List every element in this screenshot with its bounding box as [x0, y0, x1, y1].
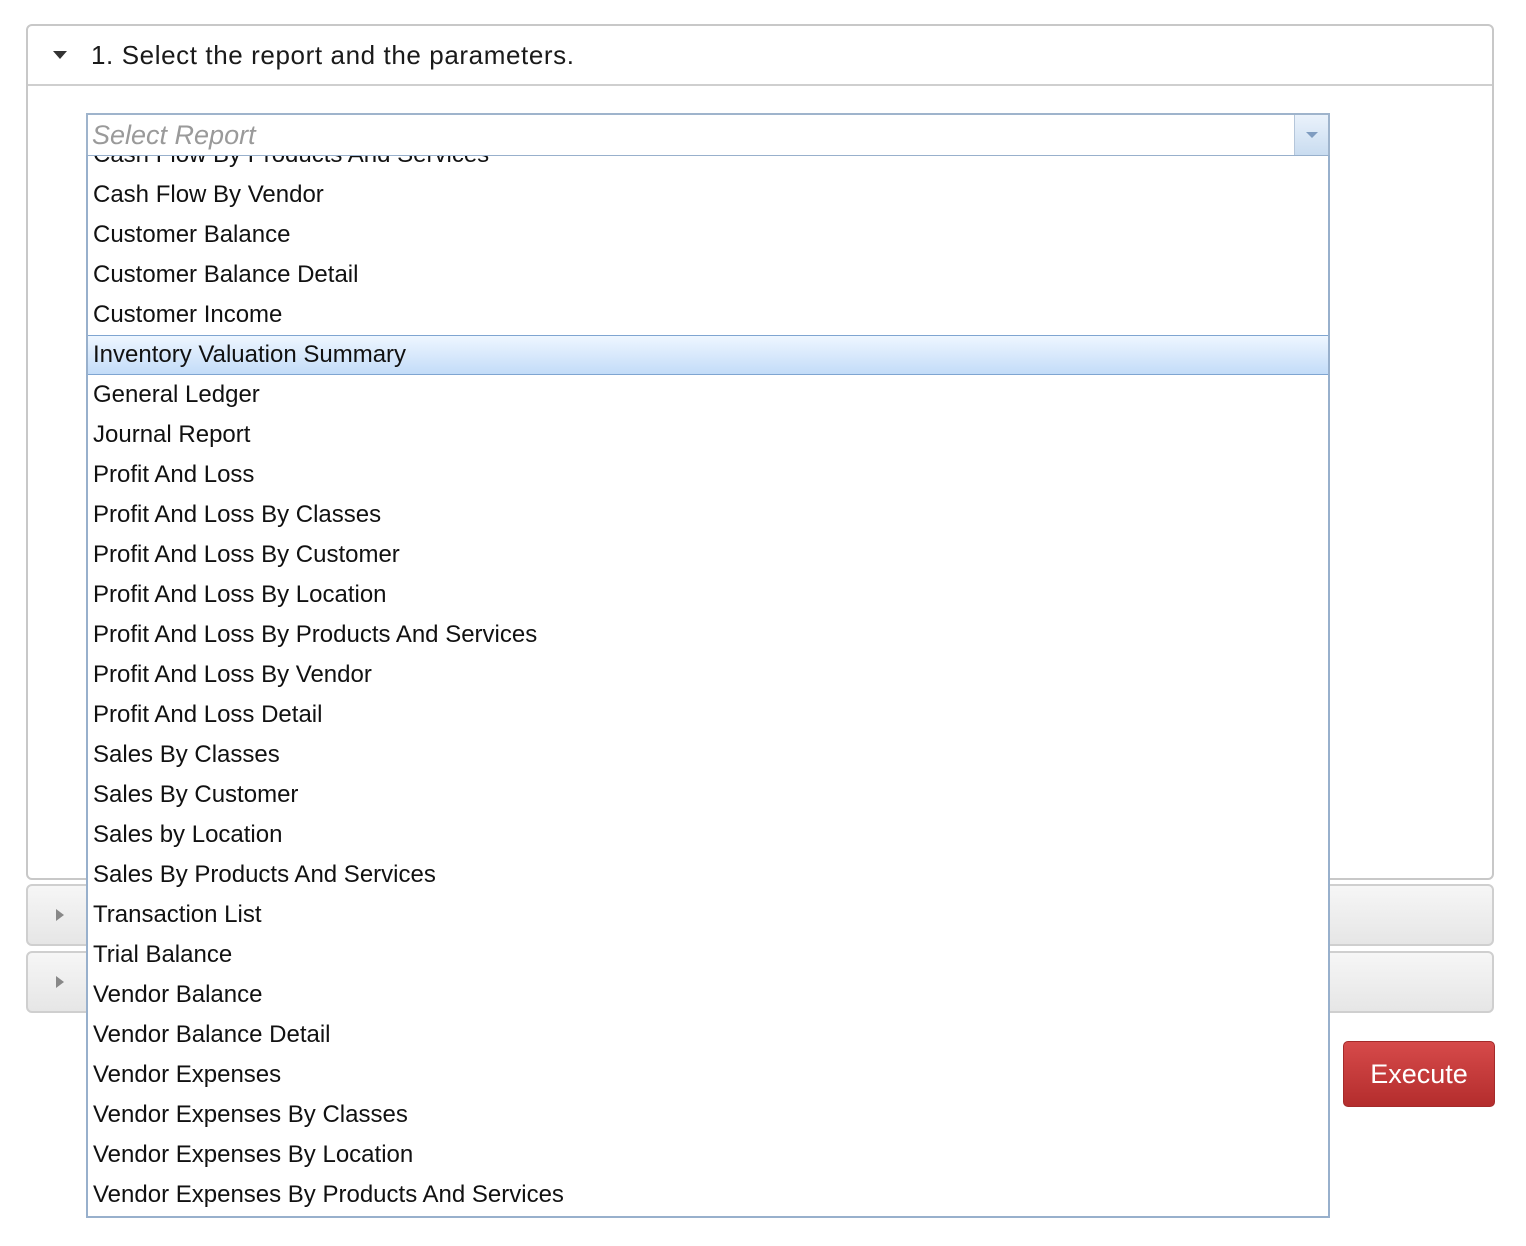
report-dropdown-list[interactable]: Cash Flow By Products And ServicesCash F…: [86, 155, 1330, 1218]
report-dropdown-options: Cash Flow By Products And ServicesCash F…: [88, 156, 1328, 1215]
dropdown-option[interactable]: Inventory Valuation Summary: [88, 335, 1328, 375]
dropdown-option[interactable]: Sales by Location: [88, 815, 1328, 855]
dropdown-option[interactable]: Journal Report: [88, 415, 1328, 455]
triangle-right-icon[interactable]: [56, 976, 64, 988]
dropdown-option[interactable]: Vendor Expenses By Products And Services: [88, 1175, 1328, 1215]
report-select-combobox[interactable]: [86, 113, 1330, 157]
dropdown-option[interactable]: Sales By Classes: [88, 735, 1328, 775]
chevron-down-icon: [1305, 132, 1318, 138]
dropdown-option[interactable]: Cash Flow By Products And Services: [88, 156, 1328, 175]
dropdown-option[interactable]: Vendor Expenses By Location: [88, 1135, 1328, 1175]
dropdown-option[interactable]: Profit And Loss By Customer: [88, 535, 1328, 575]
dropdown-option[interactable]: Profit And Loss: [88, 455, 1328, 495]
dropdown-option[interactable]: Vendor Expenses: [88, 1055, 1328, 1095]
dropdown-option[interactable]: Vendor Expenses By Classes: [88, 1095, 1328, 1135]
execute-button[interactable]: Execute: [1343, 1041, 1495, 1107]
dropdown-option[interactable]: Customer Income: [88, 295, 1328, 335]
dropdown-option[interactable]: General Ledger: [88, 375, 1328, 415]
triangle-down-icon[interactable]: [53, 51, 67, 59]
dropdown-option[interactable]: Trial Balance: [88, 935, 1328, 975]
dropdown-option[interactable]: Profit And Loss Detail: [88, 695, 1328, 735]
dropdown-option[interactable]: Vendor Balance Detail: [88, 1015, 1328, 1055]
panel-title: 1. Select the report and the parameters.: [91, 39, 575, 70]
report-page: 1. Select the report and the parameters.…: [0, 0, 1526, 1246]
dropdown-option[interactable]: Customer Balance Detail: [88, 255, 1328, 295]
report-parameters-panel-header[interactable]: 1. Select the report and the parameters.: [28, 26, 1492, 86]
dropdown-option[interactable]: Vendor Balance: [88, 975, 1328, 1015]
report-select-trigger[interactable]: [1294, 115, 1328, 155]
report-select-input[interactable]: [92, 115, 1288, 155]
dropdown-option[interactable]: Profit And Loss By Location: [88, 575, 1328, 615]
dropdown-option[interactable]: Profit And Loss By Classes: [88, 495, 1328, 535]
dropdown-option[interactable]: Customer Balance: [88, 215, 1328, 255]
triangle-right-icon[interactable]: [56, 909, 64, 921]
dropdown-option[interactable]: Sales By Products And Services: [88, 855, 1328, 895]
dropdown-option[interactable]: Profit And Loss By Products And Services: [88, 615, 1328, 655]
dropdown-option[interactable]: Sales By Customer: [88, 775, 1328, 815]
dropdown-option[interactable]: Cash Flow By Vendor: [88, 175, 1328, 215]
dropdown-option[interactable]: Transaction List: [88, 895, 1328, 935]
dropdown-option[interactable]: Profit And Loss By Vendor: [88, 655, 1328, 695]
